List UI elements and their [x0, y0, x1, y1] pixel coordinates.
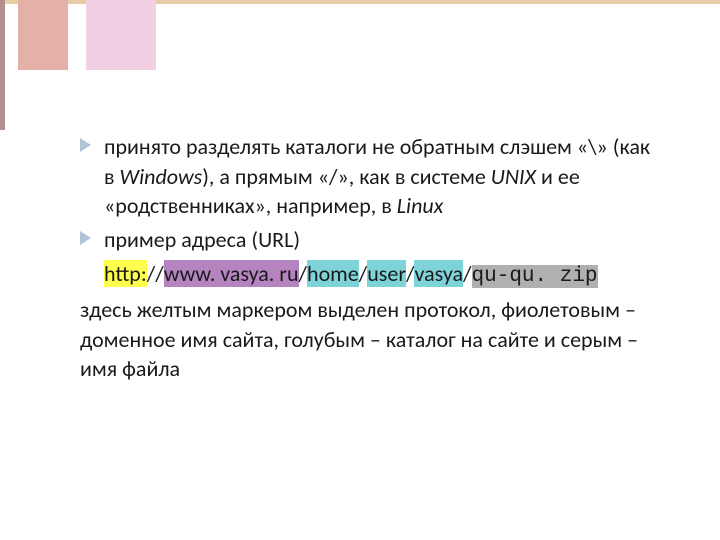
bullet-1-italic-unix: UNIX [491, 163, 536, 190]
bullet-item-1: принято разделять каталоги не обратным с… [80, 132, 660, 221]
url-path-3: vasya [414, 260, 463, 287]
url-file: qu-qu. zip [472, 265, 598, 288]
url-path-1: home [307, 260, 359, 287]
bullet-2-text: пример адреса (URL) [104, 226, 300, 253]
triangle-bullet-icon [80, 138, 91, 152]
bullet-1-italic-linux: Linux [397, 192, 443, 219]
url-slash-2: / [359, 260, 368, 287]
url-sep: // [147, 260, 164, 287]
url-protocol: http: [104, 260, 147, 287]
url-example: http://www. vasya. ru/home/user/vasya/qu… [80, 259, 660, 291]
slide-body: принято разделять каталоги не обратным с… [80, 132, 660, 384]
url-slash-4: / [463, 260, 472, 287]
triangle-bullet-icon [80, 231, 91, 245]
url-domain: www. vasya. ru [164, 260, 299, 287]
bullet-item-2: пример адреса (URL) [80, 225, 660, 255]
left-accent-bar [0, 0, 5, 130]
bullet-1-text-b: ), а прямым «/», как в системе [202, 163, 491, 190]
accent-block-1 [18, 0, 68, 70]
url-path-2: user [367, 260, 406, 287]
accent-block-2 [86, 0, 156, 70]
bullet-1-italic-windows: Windows [120, 163, 203, 190]
url-slash-1: / [299, 260, 308, 287]
footer-explanation: здесь желтым маркером выделен протокол, … [80, 295, 660, 384]
